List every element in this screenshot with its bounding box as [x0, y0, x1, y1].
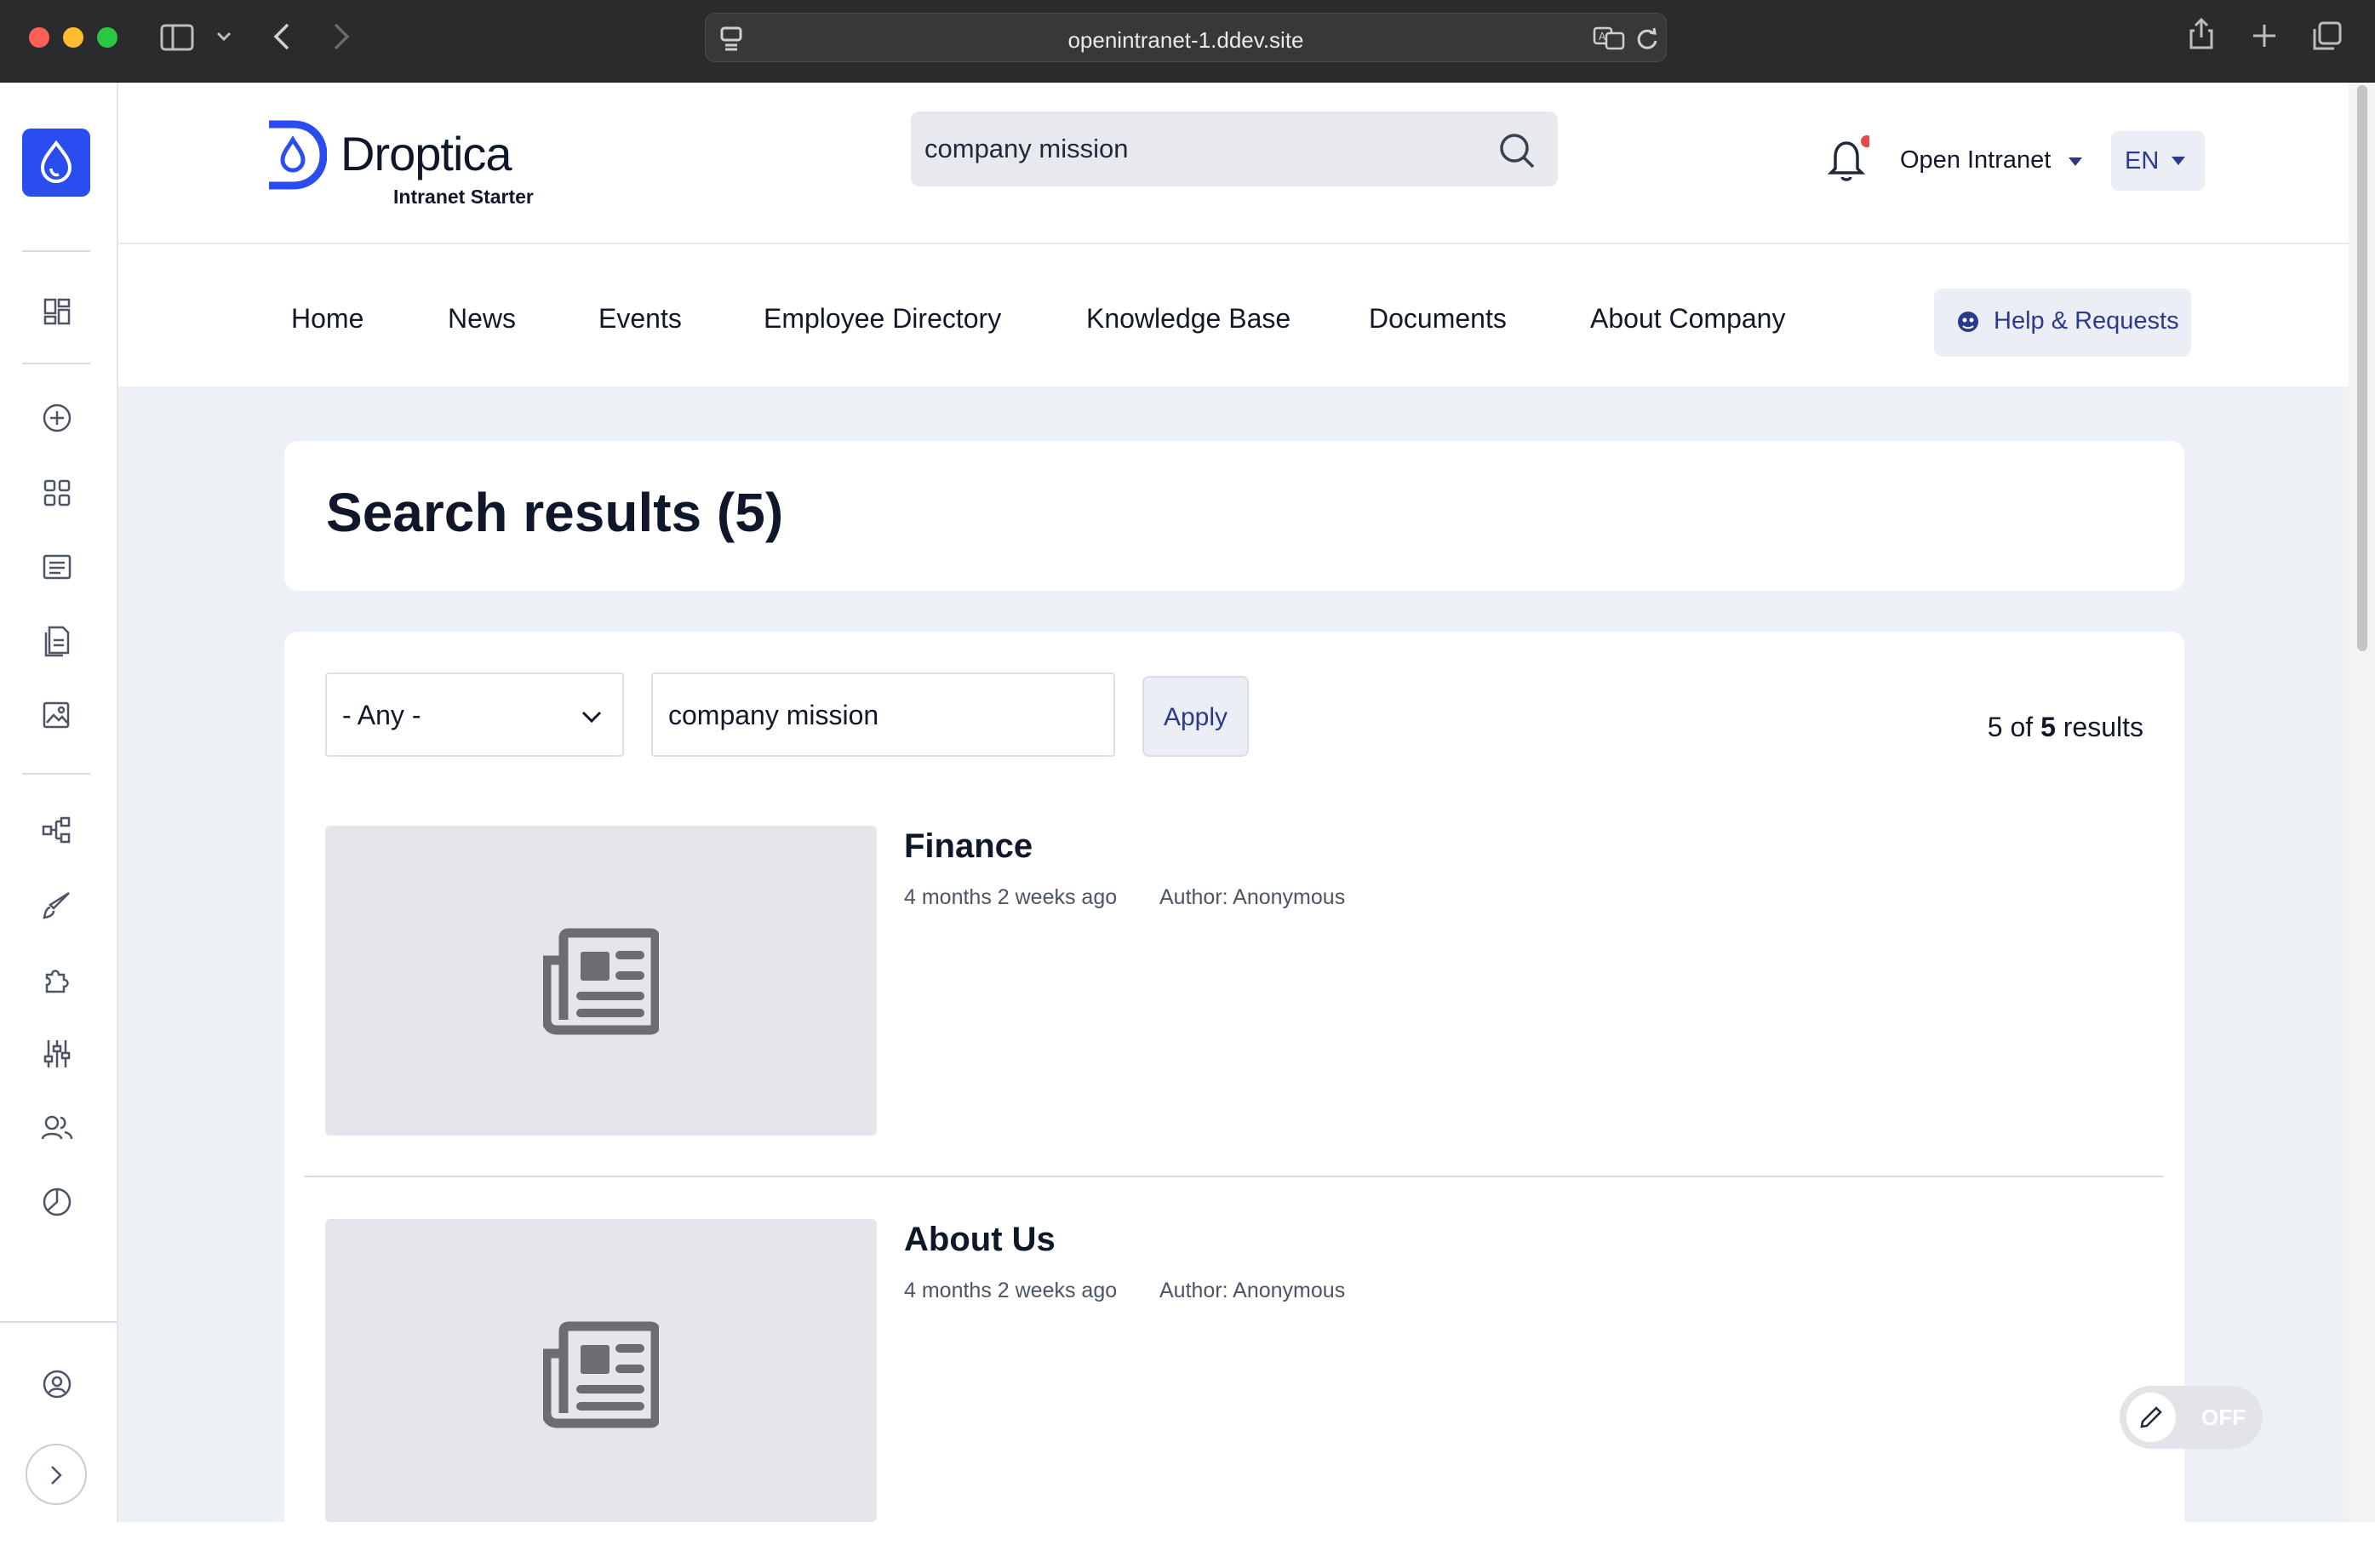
news-article-icon: [543, 1319, 659, 1430]
zoom-window-button[interactable]: [97, 27, 117, 48]
media-icon[interactable]: [42, 701, 72, 731]
result-date: 4 months 2 weeks ago: [904, 885, 1117, 910]
droptica-logo-icon: [264, 119, 327, 191]
results-count-prefix: 5 of: [1988, 712, 2033, 742]
extend-puzzle-icon[interactable]: [42, 964, 72, 995]
search-input[interactable]: company mission: [924, 134, 1128, 164]
caret-down-icon: [2171, 156, 2186, 166]
nav-item-about-company[interactable]: About Company: [1590, 303, 1785, 335]
translate-icon[interactable]: A: [1593, 26, 1625, 51]
minimize-window-button[interactable]: [63, 27, 83, 48]
svg-text:A: A: [1599, 31, 1606, 43]
toggle-state-label: OFF: [2201, 1405, 2246, 1431]
nav-item-knowledge-base[interactable]: Knowledge Base: [1086, 303, 1291, 335]
logo-name: Droptica: [341, 126, 512, 181]
url-text: openintranet-1.ddev.site: [706, 27, 1666, 54]
apply-label: Apply: [1144, 703, 1247, 732]
header-search[interactable]: company mission: [911, 112, 1558, 186]
reload-icon[interactable]: [1635, 26, 1659, 51]
results-count-suffix: results: [2063, 712, 2143, 742]
results-count: 5 of 5 results: [1988, 712, 2143, 743]
forward-icon[interactable]: [332, 22, 351, 51]
results-count-total: 5: [2040, 712, 2056, 742]
user-account-icon[interactable]: [42, 1369, 72, 1399]
close-window-button[interactable]: [29, 27, 49, 48]
scrollbar-thumb[interactable]: [2357, 85, 2367, 651]
result-date: 4 months 2 weeks ago: [904, 1279, 1117, 1303]
page-title: Search results (5): [326, 481, 783, 544]
language-code: EN: [2125, 147, 2159, 175]
tab-overview-icon[interactable]: [2312, 20, 2343, 51]
content-type-select[interactable]: - Any -: [325, 672, 624, 757]
appearance-brush-icon[interactable]: [42, 890, 72, 920]
structure-icon[interactable]: [41, 815, 73, 844]
toggle-knob: [2126, 1393, 2176, 1442]
address-bar[interactable]: openintranet-1.ddev.site A: [705, 13, 1667, 62]
result-divider: [304, 1176, 2163, 1177]
logo-subtitle: Intranet Starter: [393, 186, 534, 209]
notification-bell-icon[interactable]: [1823, 133, 1869, 184]
content-type-value: - Any -: [342, 700, 421, 731]
content-list-icon[interactable]: [42, 553, 72, 581]
drupal-logo-button[interactable]: [22, 129, 90, 197]
edit-mode-toggle[interactable]: OFF: [2120, 1386, 2263, 1449]
reports-icon[interactable]: [42, 1187, 72, 1217]
back-icon[interactable]: [272, 22, 291, 51]
keywords-input[interactable]: company mission: [651, 672, 1115, 757]
browser-toolbar: openintranet-1.ddev.site A: [0, 0, 2375, 83]
help-requests-button[interactable]: Help & Requests: [1934, 289, 2191, 357]
site-menu-dropdown[interactable]: Open Intranet: [1900, 145, 2096, 179]
language-switcher[interactable]: EN: [2111, 131, 2205, 191]
configuration-icon[interactable]: [42, 1038, 72, 1070]
site-logo[interactable]: Droptica Intranet Starter: [264, 117, 545, 211]
result-thumbnail[interactable]: [325, 826, 877, 1136]
expand-toolbar-button[interactable]: [26, 1444, 87, 1505]
keywords-value: company mission: [668, 700, 878, 731]
dashboard-icon[interactable]: [43, 297, 72, 326]
result-title[interactable]: About Us: [904, 1221, 1056, 1259]
chevron-down-icon[interactable]: [216, 31, 232, 43]
chevron-right-icon: [49, 1464, 63, 1486]
pencil-icon: [2139, 1405, 2163, 1429]
new-tab-icon[interactable]: [2251, 22, 2278, 49]
nav-item-events[interactable]: Events: [598, 303, 682, 335]
sidebar-toggle-icon[interactable]: [160, 24, 194, 51]
nav-item-employee-directory[interactable]: Employee Directory: [764, 303, 1001, 335]
help-person-icon: [1956, 310, 1980, 334]
drupal-drop-icon: [39, 140, 73, 185]
files-icon[interactable]: [43, 625, 72, 657]
site-menu-label: Open Intranet: [1900, 146, 2051, 175]
add-content-icon[interactable]: [42, 403, 72, 433]
help-requests-label: Help & Requests: [1994, 307, 2179, 335]
caret-down-icon: [2068, 157, 2083, 167]
structure-grid-icon[interactable]: [43, 478, 72, 507]
result-author: Author: Anonymous: [1159, 885, 1345, 910]
people-icon[interactable]: [40, 1114, 74, 1142]
search-icon[interactable]: [1498, 132, 1536, 169]
news-article-icon: [543, 926, 659, 1037]
chevron-down-icon: [581, 710, 603, 724]
result-thumbnail[interactable]: [325, 1219, 877, 1522]
admin-toolbar: [0, 83, 118, 1522]
nav-item-news[interactable]: News: [448, 303, 516, 335]
apply-button[interactable]: Apply: [1142, 676, 1249, 757]
nav-item-home[interactable]: Home: [291, 303, 363, 335]
result-title[interactable]: Finance: [904, 827, 1033, 866]
result-author: Author: Anonymous: [1159, 1279, 1345, 1303]
share-icon[interactable]: [2188, 17, 2215, 51]
nav-item-documents[interactable]: Documents: [1369, 303, 1507, 335]
